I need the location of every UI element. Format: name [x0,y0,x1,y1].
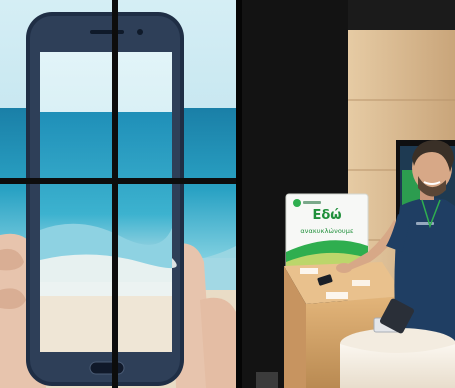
phone-on-screen [26,12,184,386]
sign-subtitle: ανακυκλώνουμε [300,227,354,235]
sign-title: Εδώ [312,208,342,223]
store-scene-photo [0,0,455,388]
brand-logo-icon [293,199,301,207]
